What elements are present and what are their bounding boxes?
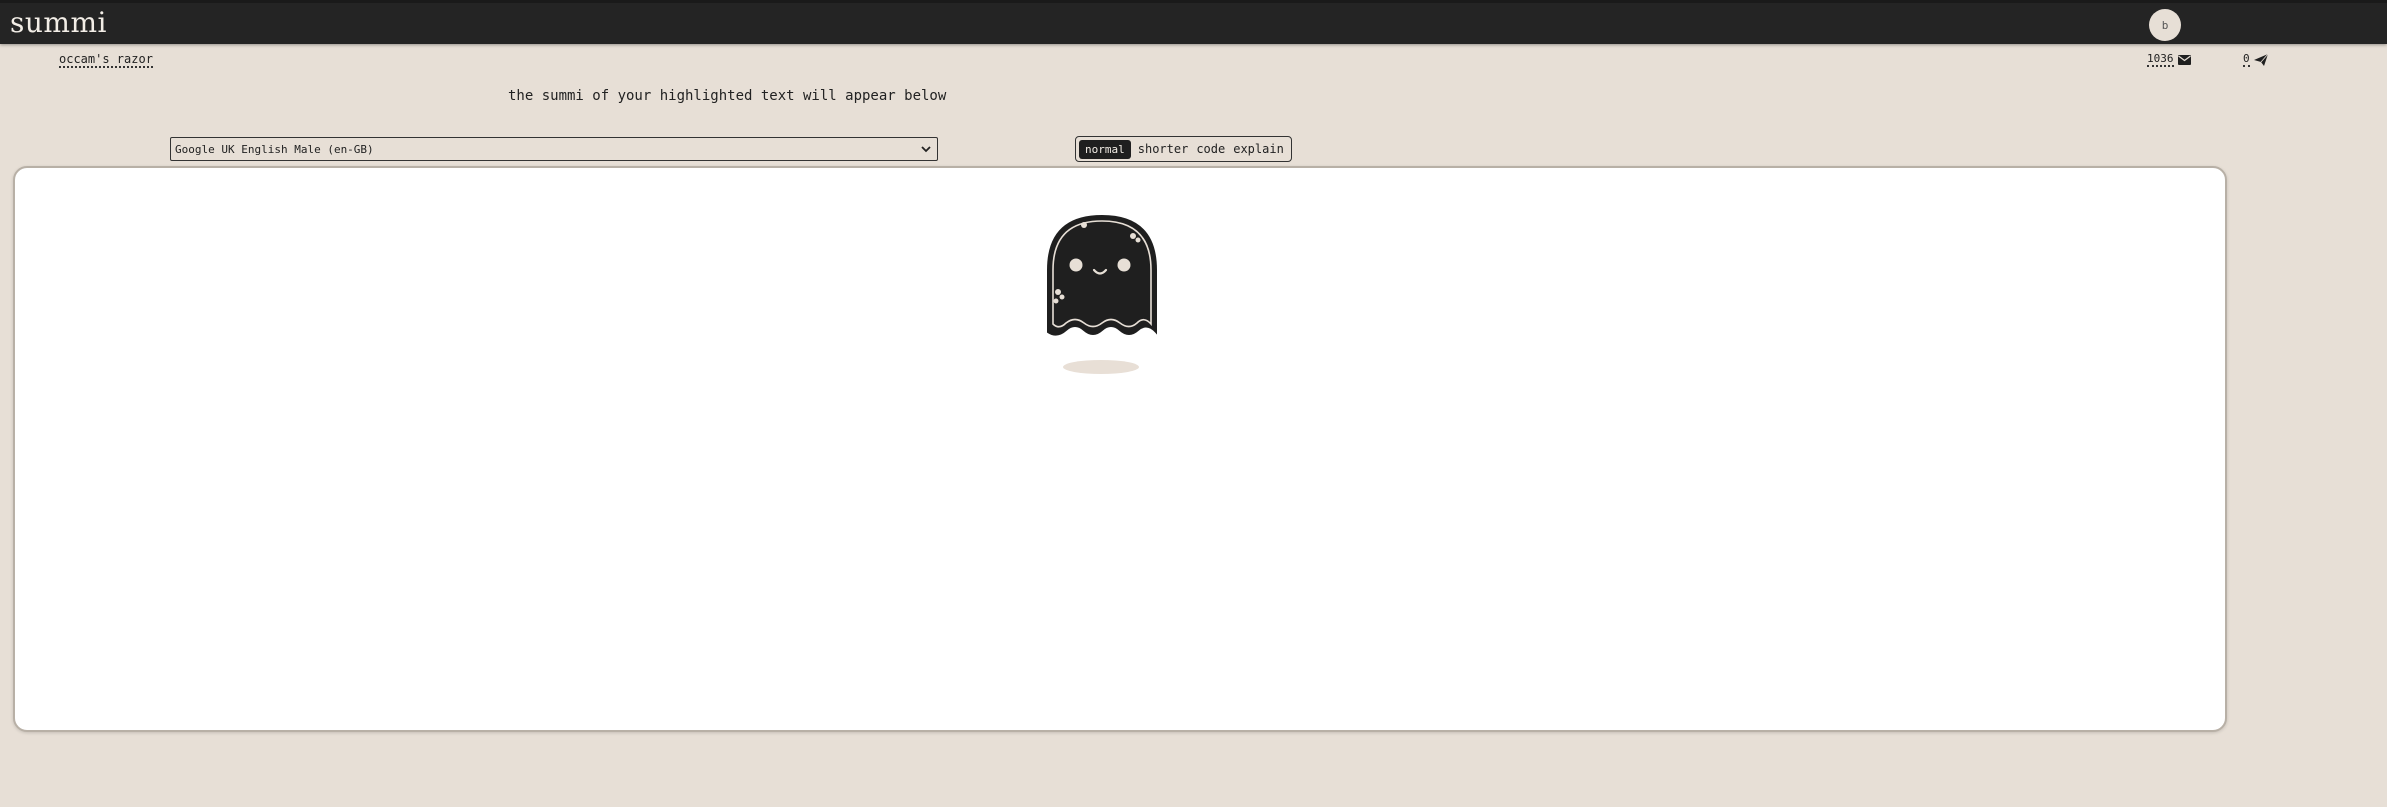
- chevron-down-icon: [921, 146, 931, 153]
- top-navbar: summi b: [0, 0, 2387, 44]
- ghost-mascot-icon: [1047, 214, 1157, 336]
- voice-select[interactable]: Google UK English Male (en-GB): [170, 137, 938, 161]
- mode-explain[interactable]: explain: [1229, 140, 1288, 158]
- mail-counter[interactable]: 1036: [2147, 53, 2191, 67]
- paper-plane-icon: [2253, 54, 2268, 66]
- user-avatar[interactable]: b: [2149, 9, 2181, 41]
- ghost-shadow: [1063, 360, 1139, 374]
- send-count: 0: [2243, 52, 2250, 67]
- occams-razor-link[interactable]: occam's razor: [59, 52, 153, 68]
- mode-selector: normal shorter code explain: [1075, 136, 1292, 162]
- envelope-icon: [2177, 55, 2191, 65]
- mode-normal[interactable]: normal: [1079, 139, 1131, 159]
- mode-shorter[interactable]: shorter: [1134, 140, 1193, 158]
- instructions-text: the summi of your highlighted text will …: [508, 88, 947, 104]
- mail-count: 1036: [2147, 52, 2174, 67]
- voice-select-value: Google UK English Male (en-GB): [175, 142, 374, 156]
- send-counter[interactable]: 0: [2243, 53, 2268, 67]
- app-logo[interactable]: summi: [10, 6, 107, 39]
- mode-code[interactable]: code: [1192, 140, 1229, 158]
